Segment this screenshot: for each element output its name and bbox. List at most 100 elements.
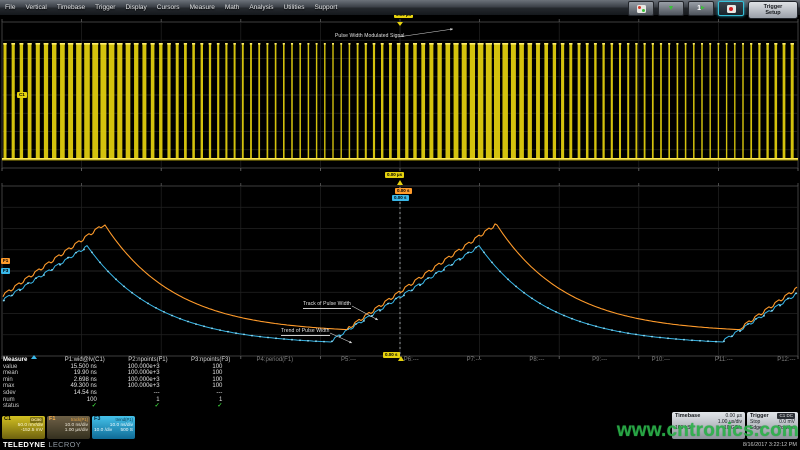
measure-header[interactable]: P9:--- (548, 357, 611, 364)
toolbar: ▼ 1▶ Trigger Setup (628, 0, 800, 19)
f3-zero-badge[interactable]: F3 (1, 268, 10, 274)
measure-row-label-num: num (3, 397, 46, 404)
measure-header[interactable]: P4:period(F1) (234, 357, 297, 364)
measure-value: 100 (172, 364, 235, 371)
measure-columns: P1:wid@lv(C1)15.500 ns19.90 ns2.698 ns49… (46, 357, 800, 410)
measure-row-labels: Measurevaluemeanminmaxsdevnumstatus (0, 357, 46, 410)
measure-value: --- (109, 390, 172, 397)
measure-value: 100.000e+3 (109, 383, 172, 390)
measure-value: 49.300 ns (46, 383, 109, 390)
f1-label: F1 (49, 417, 55, 423)
menu-item-utilities[interactable]: Utilities (284, 4, 305, 11)
measure-row-label-mean: mean (3, 370, 46, 377)
menu-item-math[interactable]: Math (225, 4, 239, 11)
f1-hscale: 1.00 µs/div (49, 428, 88, 434)
oscilloscope-screen: File Vertical Timebase Trigger Display Cursor… (0, 0, 800, 450)
measure-status-check: ✓ (172, 403, 235, 410)
measure-column-p10: P10:--- (611, 357, 674, 410)
auto-trigger-icon[interactable]: ▼ (658, 1, 684, 16)
measure-column-p7: P7:--- (423, 357, 486, 410)
f1-time-badge[interactable]: 0.00 s (395, 188, 412, 194)
c1-offset: -152.5 mV (4, 428, 43, 434)
measure-row-label-status: status (3, 403, 46, 410)
f3-time-badge[interactable]: 0.00 s (392, 195, 409, 201)
measure-row-label-value: value (3, 364, 46, 371)
f1-function: track(P1) (71, 417, 88, 423)
f3-label: F3 (94, 417, 100, 423)
menu-item-cursors[interactable]: Cursors (157, 4, 180, 11)
teledyne-lecroy-logo: TELEDYNELECROY (3, 440, 81, 449)
measure-value: 100.000e+3 (109, 377, 172, 384)
f1-zero-badge[interactable]: F1 (1, 258, 10, 264)
c1-label: C1 (4, 417, 11, 423)
trend-annotation: Trend of Pulse Width (281, 328, 330, 336)
measure-table: Measurevaluemeanminmaxsdevnumstatus P1:w… (0, 357, 800, 410)
stop-chip-icon (727, 5, 736, 13)
measure-column-p4: P4:period(F1) (234, 357, 297, 410)
measure-value: 100.000e+3 (109, 364, 172, 371)
measure-column-p11: P11:--- (674, 357, 737, 410)
measure-value: 100.000e+3 (109, 370, 172, 377)
divider-marker[interactable] (397, 180, 403, 185)
measure-header[interactable]: P8:--- (486, 357, 549, 364)
measure-header[interactable]: P11:--- (674, 357, 737, 364)
measure-column-p5: P5:--- (297, 357, 360, 410)
measure-row-label-sdev: sdev (3, 390, 46, 397)
menu-item-analysis[interactable]: Analysis (249, 4, 273, 11)
f3-descriptor-box[interactable]: F3 trend(P1) 10.0 ns/div 10.0 /div 500 S (92, 416, 135, 439)
menu-item-trigger[interactable]: Trigger (95, 4, 115, 11)
measure-column-p2: P2:npoints(F1)100.000e+3100.000e+3100.00… (109, 357, 172, 410)
measure-column-p3: P3:npoints(F3)100100100100---1✓ (172, 357, 235, 410)
measure-column-p12: P12:--- (737, 357, 800, 410)
measure-row-label-measure: Measure (3, 357, 46, 364)
measure-row-label-min: min (3, 377, 46, 384)
c1-descriptor-box[interactable]: C1 DC50 50.0 mV/div -152.5 mV (2, 416, 45, 439)
measure-status-check: ✓ (46, 403, 109, 410)
f3-length: 500 S (120, 428, 133, 434)
c1-coupling-chip: DC50 (30, 417, 43, 423)
bottom-time-badge[interactable]: 0.00 s (383, 352, 400, 358)
menu-item-file[interactable]: File (5, 4, 15, 11)
measure-column-p6: P6:--- (360, 357, 423, 410)
measure-header[interactable]: P10:--- (611, 357, 674, 364)
measure-value: --- (172, 390, 235, 397)
menu-item-display[interactable]: Display (125, 4, 146, 11)
divider-time-badge[interactable]: 0.00 µs (385, 172, 404, 178)
menu-item-timebase[interactable]: Timebase (57, 4, 85, 11)
track-annotation: Track of Pulse Width (303, 301, 351, 309)
f3-hscale: 10.0 /div (94, 428, 112, 434)
pwm-annotation: Pulse Width Modulated Signal (335, 33, 405, 39)
measure-column-p9: P9:--- (548, 357, 611, 410)
c1-level-badge[interactable]: C1 (17, 92, 27, 98)
trigger-setup-button[interactable]: Trigger Setup (748, 1, 798, 19)
timebase-title: Timebase (675, 413, 700, 419)
measure-header[interactable]: P12:--- (737, 357, 800, 364)
measure-value: 1 (109, 397, 172, 404)
measure-value: 2.698 ns (46, 377, 109, 384)
measure-value: 19.90 ns (46, 370, 109, 377)
measure-value: 15.500 ns (46, 364, 109, 371)
menu-item-vertical[interactable]: Vertical (25, 4, 46, 11)
measure-value: 14.54 ns (46, 390, 109, 397)
touch-screen-icon[interactable] (628, 1, 654, 16)
measure-value: 1 (172, 397, 235, 404)
stop-trigger-icon[interactable] (718, 1, 744, 16)
touch-chip-icon (637, 5, 646, 13)
measure-value: 100 (46, 397, 109, 404)
measure-column-p1: P1:wid@lv(C1)15.500 ns19.90 ns2.698 ns49… (46, 357, 109, 410)
clock-timestamp: 8/16/2017 3:22:12 PM (743, 442, 797, 448)
menu-item-measure[interactable]: Measure (190, 4, 215, 11)
watermark: www.cntronics.com (617, 420, 799, 442)
menu-item-support[interactable]: Support (314, 4, 337, 11)
measure-header[interactable]: P1:wid@lv(C1) (46, 357, 109, 364)
measure-row-label-max: max (3, 383, 46, 390)
measure-header[interactable]: P5:--- (297, 357, 360, 364)
measure-header[interactable]: P7:--- (423, 357, 486, 364)
measure-value: 100 (172, 383, 235, 390)
measure-header[interactable]: P2:npoints(F1) (109, 357, 172, 364)
f1-descriptor-box[interactable]: F1 track(P1) 10.0 ns/div 1.00 µs/div (47, 416, 90, 439)
measure-value: 100 (172, 377, 235, 384)
single-trigger-icon[interactable]: 1▶ (688, 1, 714, 16)
measure-header[interactable]: P3:npoints(F3) (172, 357, 235, 364)
measure-status-check: ✓ (109, 403, 172, 410)
